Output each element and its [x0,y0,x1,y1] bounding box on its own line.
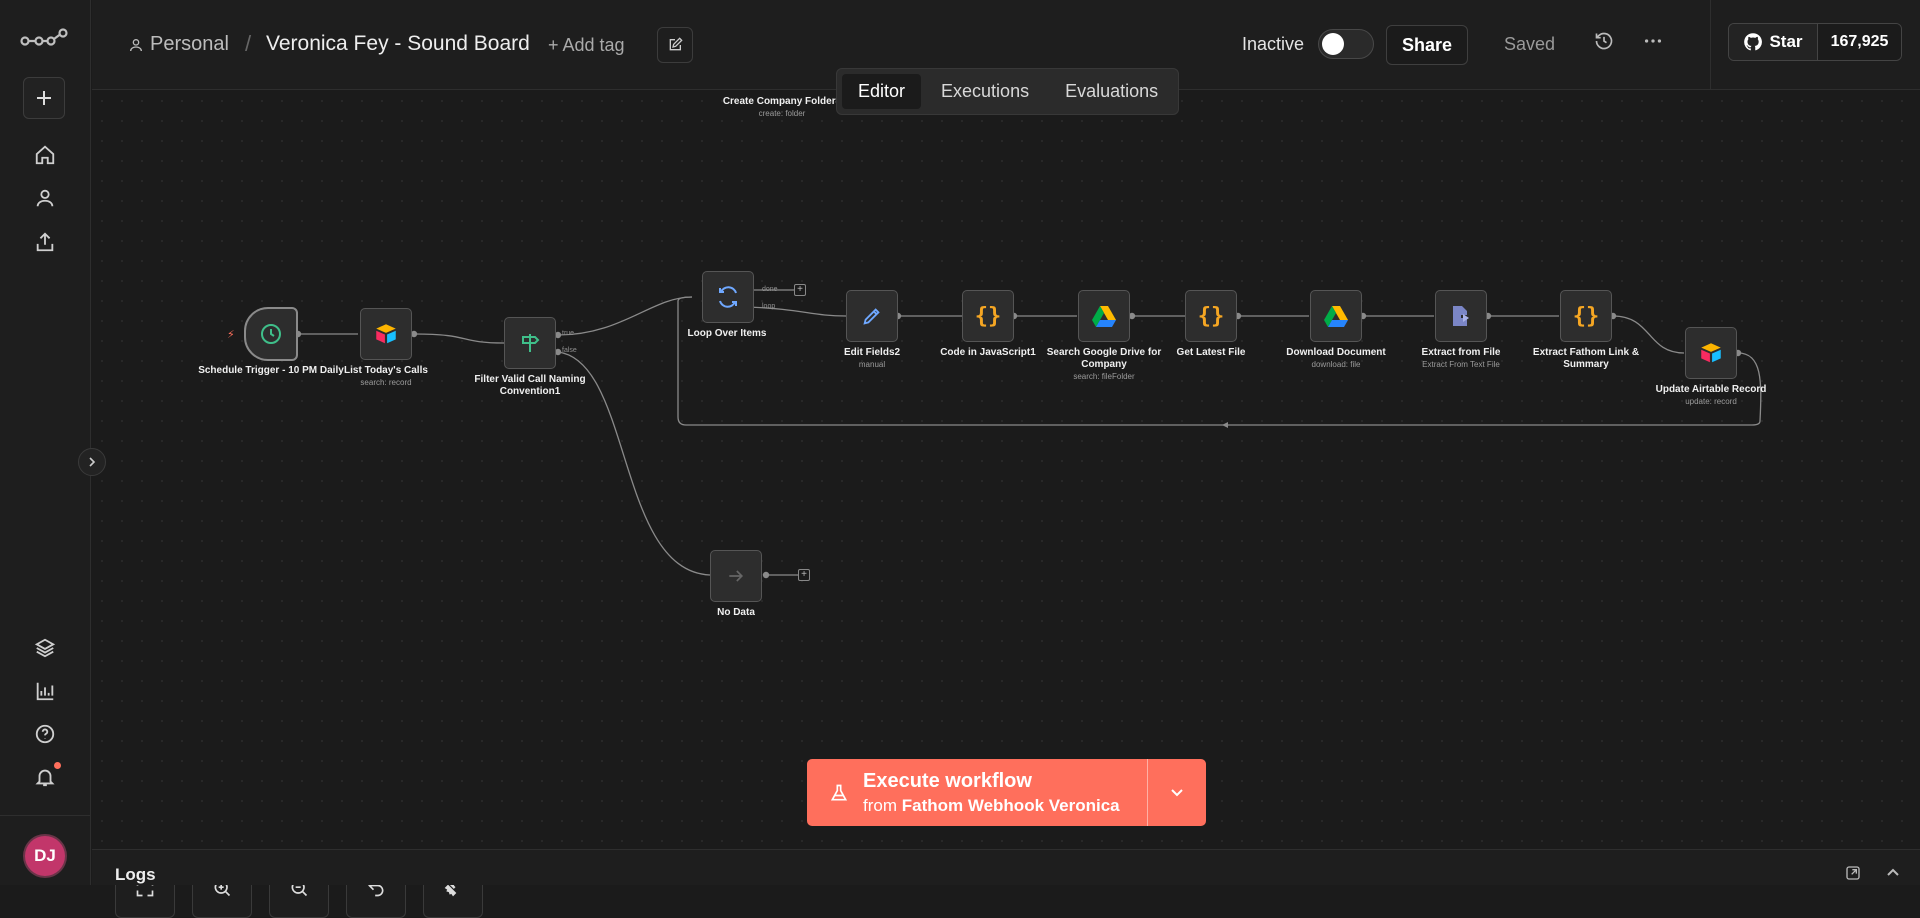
add-tag-button[interactable]: + Add tag [548,35,625,56]
node-sub-list-calls: search: record [360,378,412,387]
arrow-right-icon [729,570,744,582]
node-filter[interactable] [504,317,556,369]
sidebar-expand-button[interactable] [78,448,106,476]
google-drive-icon [1324,306,1348,327]
node-sub-search-drive: search: fileFolder [1073,372,1135,381]
node-label-extract-fathom: Extract Fathom Link & Summary [1532,347,1640,370]
add-node-done-button[interactable]: + [794,284,806,296]
port-label-false: false [562,347,577,354]
airtable-icon [1701,343,1721,363]
breadcrumb-separator: / [245,31,252,56]
workflow-canvas[interactable]: Create Company Folder4 create: folder Ed… [92,68,1920,918]
airtable-icon [376,324,396,344]
sidebar-divider [0,815,91,816]
chevron-up-icon[interactable] [1886,865,1900,884]
node-sub-edit-fields: manual [858,360,886,369]
node-connections [294,286,1762,579]
signpost-icon [522,334,540,352]
execute-target: Fathom Webhook Veronica [901,795,1120,815]
n8n-logo-icon[interactable] [20,26,68,50]
github-star-count: 167,925 [1818,24,1901,60]
tab-executions[interactable]: Executions [925,74,1045,109]
logs-title: Logs [115,865,156,884]
execute-workflow-button[interactable]: Execute workflow from Fathom Webhook Ver… [807,759,1206,826]
node-extract-file[interactable] [1435,290,1487,342]
node-sub-update-airtable: update: record [1685,397,1737,406]
toggle-knob [1322,33,1344,55]
clock-icon [261,324,281,344]
edit-description-button[interactable] [657,27,693,63]
active-toggle[interactable] [1318,29,1374,59]
avatar[interactable]: DJ [25,836,65,876]
notification-badge [54,762,61,769]
saved-status: Saved [1504,34,1556,54]
node-label-no-data: No Data [717,607,755,618]
node-extract-fathom[interactable]: {} [1560,290,1612,342]
share-icon[interactable] [28,225,62,259]
more-options-icon[interactable] [1642,30,1664,57]
execute-from: from Fathom Webhook Veronica [863,795,1120,815]
history-icon[interactable] [1594,31,1614,56]
status-label: Inactive [1242,34,1305,54]
trigger-bolt-icon: ⚡ [227,329,235,341]
node-label-update-airtable: Update Airtable Record [1655,384,1767,395]
share-button[interactable]: Share [1386,25,1468,65]
node-no-data[interactable] [710,550,762,602]
chevron-down-icon [1171,788,1183,796]
code-braces-icon: {} [1197,303,1225,329]
node-edit-fields[interactable] [846,290,898,342]
github-star-label: Star [1769,32,1803,51]
home-icon[interactable] [28,138,62,172]
node-search-drive[interactable] [1078,290,1130,342]
execute-main[interactable]: Execute workflow from Fathom Webhook Ver… [807,759,1147,826]
add-node-no-data-button[interactable]: + [798,569,810,581]
node-schedule-trigger[interactable] [244,307,298,361]
execute-options-dropdown[interactable] [1148,759,1206,826]
node-update-airtable[interactable] [1685,327,1737,379]
view-tabs: Editor Executions Evaluations [836,68,1179,115]
loop-icon [719,286,737,308]
node-list-calls[interactable] [360,308,412,360]
node-label-filter: Filter Valid Call Naming Convention1 [474,374,586,397]
github-star-left: Star [1729,24,1818,60]
project-name: Personal [150,33,229,55]
user-icon[interactable] [28,181,62,215]
port-label-done: done [762,286,778,293]
header-divider [1710,0,1711,90]
help-icon[interactable] [28,717,62,751]
edit-note-icon [669,37,683,51]
node-loop[interactable] [702,271,754,323]
code-braces-icon: {} [1572,303,1600,329]
execute-title: Execute workflow [863,769,1032,792]
port-label-loop: loop [762,303,776,310]
node-code-js[interactable]: {} [962,290,1014,342]
tab-editor[interactable]: Editor [842,74,922,109]
popout-icon[interactable] [1845,865,1861,886]
node-sub-create-folder: create: folder [758,109,806,118]
breadcrumb-project[interactable]: Personal [128,33,229,56]
node-latest-file[interactable]: {} [1185,290,1237,342]
node-download-doc[interactable] [1310,290,1362,342]
user-icon [130,38,142,51]
node-label-loop: Loop Over Items [687,328,767,339]
flask-icon [830,784,848,800]
workflow-title[interactable]: Veronica Fey - Sound Board [266,32,530,56]
node-label-create-folder: Create Company Folder4 [722,96,842,107]
file-extract-icon [1453,306,1469,326]
github-star-button[interactable]: Star 167,925 [1728,23,1902,61]
logs-panel[interactable]: Logs [92,849,1920,885]
port-label-true: true [562,330,575,337]
pencil-icon [863,308,880,325]
tab-evaluations[interactable]: Evaluations [1049,74,1174,109]
node-label-list-calls: List Today's Calls [344,365,428,376]
google-drive-icon [1092,306,1116,327]
create-button[interactable] [23,77,65,119]
insights-icon[interactable] [28,674,62,708]
github-icon [1744,33,1763,51]
code-braces-icon: {} [974,303,1002,329]
sidebar: DJ [0,0,91,885]
templates-icon[interactable] [28,631,62,665]
